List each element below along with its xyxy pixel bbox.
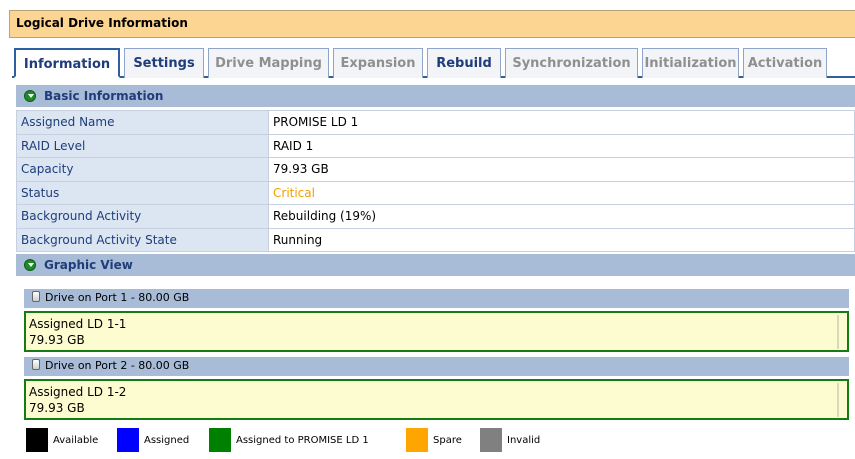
info-row-background-activity-state: Background Activity State Running [16,227,855,252]
legend-label: Assigned [144,435,190,446]
drive-port-1-bar: Drive on Port 1 - 80.00 GB [24,289,849,308]
info-row-raid-level: RAID Level RAID 1 [16,133,855,158]
info-value: PROMISE LD 1 [268,110,855,135]
collapse-toggle-icon[interactable] [24,259,36,271]
legend-label: Spare [433,435,462,446]
legend-swatch [26,428,48,452]
disk-drive-icon [32,359,40,370]
drive-title: Drive on Port 1 - 80.00 GB [45,291,190,304]
logical-drive-segment[interactable]: Assigned LD 1-1 79.93 GB [24,311,849,352]
tab-rebuild[interactable]: Rebuild [427,48,501,78]
disk-drive-icon [32,291,40,302]
info-label: Background Activity State [16,227,269,252]
ld-name: Assigned LD 1-2 [29,385,127,399]
ld-size: 79.93 GB [29,333,85,347]
status-value: Critical [268,180,855,205]
legend-swatch [480,428,502,452]
collapse-toggle-icon[interactable] [24,90,36,102]
info-row-status: Status Critical [16,180,855,205]
tab-initialization: Initialization [642,48,739,78]
graphic-view-title: Graphic View [44,258,133,272]
ld-name: Assigned LD 1-1 [29,317,127,331]
info-label: Background Activity [16,204,269,229]
legend-label: Invalid [507,435,541,446]
legend-swatch [117,428,139,452]
basic-information-title: Basic Information [44,89,164,103]
legend-swatch [209,428,231,452]
info-row-assigned-name: Assigned Name PROMISE LD 1 [16,110,855,135]
info-row-capacity: Capacity 79.93 GB [16,157,855,182]
info-label: Capacity [16,157,269,182]
drive-title: Drive on Port 2 - 80.00 GB [45,359,190,372]
tab-synchronization: Synchronization [505,48,638,78]
tab-activation: Activation [743,48,827,78]
segment-edge [837,315,839,349]
legend-label: Available [53,435,99,446]
tab-information[interactable]: Information [14,48,120,78]
info-label: Assigned Name [16,110,269,135]
info-label: Status [16,180,269,205]
window-title: Logical Drive Information [16,16,188,30]
drive-port-2-bar: Drive on Port 2 - 80.00 GB [24,357,849,376]
graphic-view-header[interactable]: Graphic View [16,254,855,276]
info-value: RAID 1 [268,133,855,158]
info-value: Running [268,227,855,252]
info-value: Rebuilding (19%) [268,204,855,229]
ld-size: 79.93 GB [29,401,85,415]
info-label: RAID Level [16,133,269,158]
tab-settings[interactable]: Settings [124,48,204,78]
segment-edge [837,383,839,417]
tab-strip: Information Settings Drive Mapping Expan… [12,48,855,78]
basic-information-header[interactable]: Basic Information [16,85,855,107]
info-value: 79.93 GB [268,157,855,182]
tab-expansion: Expansion [333,48,423,78]
info-row-background-activity: Background Activity Rebuilding (19%) [16,204,855,229]
basic-information-table: Assigned Name PROMISE LD 1 RAID Level RA… [16,110,855,252]
legend-label: Assigned to PROMISE LD 1 [236,435,369,446]
tab-drive-mapping: Drive Mapping [208,48,329,78]
window-title-bar: Logical Drive Information [9,10,855,38]
legend-swatch [406,428,428,452]
logical-drive-segment[interactable]: Assigned LD 1-2 79.93 GB [24,379,849,420]
